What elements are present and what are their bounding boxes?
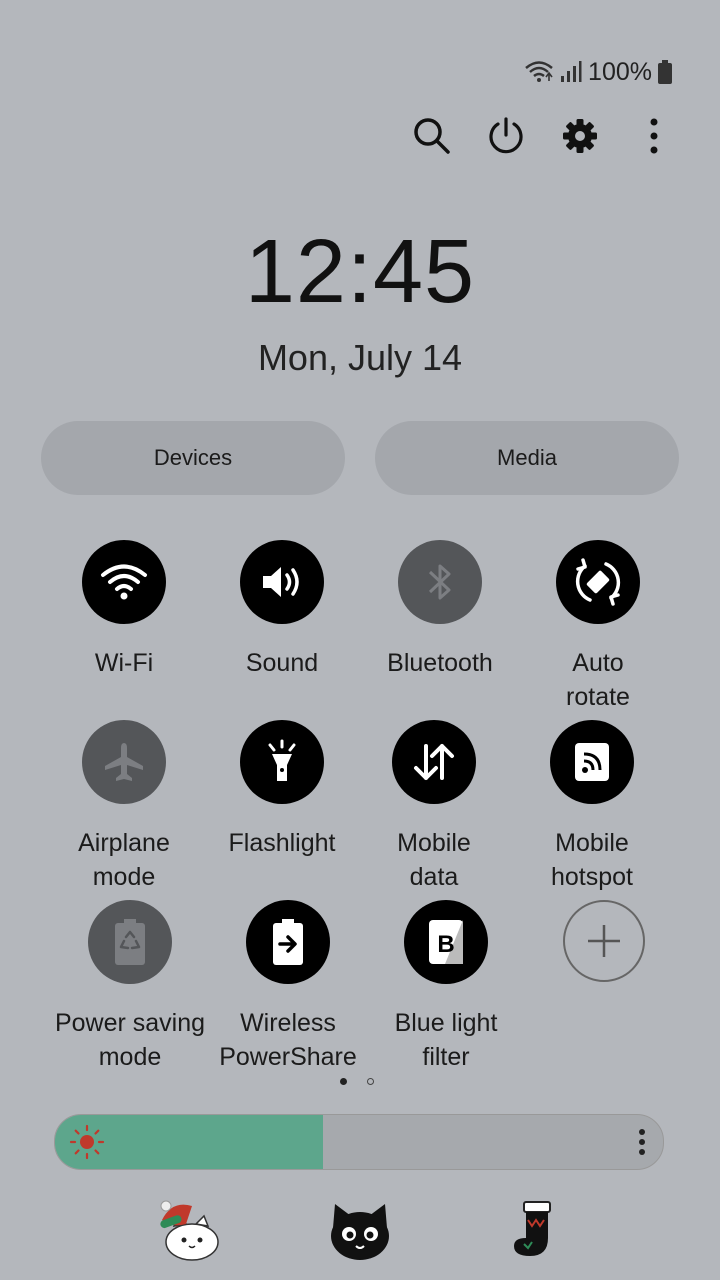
tile-mobile-data[interactable]: Mobile data [354,720,514,894]
page-dot-inactive [367,1078,374,1085]
tile-label: Blue light filter [394,1009,498,1071]
search-icon[interactable] [412,112,452,160]
media-button[interactable]: Media [375,421,679,495]
tile-label: Power saving mode [54,1009,206,1071]
wifi-icon [524,59,554,85]
tile-bluetooth[interactable]: Bluetooth [360,540,520,680]
wireless-powershare-icon[interactable] [246,900,330,984]
tile-sound[interactable]: Sound [202,540,362,680]
wifi-icon[interactable] [82,540,166,624]
add-icon[interactable] [563,900,645,982]
clock-date[interactable]: Mon, July 14 [0,336,720,380]
flashlight-icon[interactable] [240,720,324,804]
battery-icon [658,60,672,84]
black-cat-sticker[interactable] [327,1198,393,1264]
tile-mobile-hotspot[interactable]: Mobile hotspot [512,720,672,894]
tile-power-saving-mode[interactable]: Power saving mode [50,900,210,1074]
page-dot-active [340,1078,347,1085]
tile-label: Airplane mode [78,829,170,891]
more-icon[interactable] [634,112,674,160]
status-bar: 100% [524,56,672,88]
tile-airplane-mode[interactable]: Airplane mode [44,720,204,894]
tile-wifi[interactable]: Wi-Fi [44,540,204,680]
tile-flashlight[interactable]: Flashlight [202,720,362,860]
tile-label: Mobile data [397,829,471,891]
signal-icon [560,60,582,84]
tile-add[interactable] [524,900,684,982]
bluetooth-icon[interactable] [398,540,482,624]
tile-label: Sound [245,649,319,677]
sound-icon[interactable] [240,540,324,624]
power-saving-icon[interactable] [88,900,172,984]
sun-icon [69,1124,105,1160]
page-indicator [340,1078,374,1085]
battery-percentage: 100% [588,57,652,86]
tile-blue-light-filter[interactable]: B Blue light filter [366,900,526,1074]
mobile-data-icon[interactable] [392,720,476,804]
settings-icon[interactable] [560,112,600,160]
tile-wireless-powershare[interactable]: Wireless PowerShare [208,900,368,1074]
brightness-more-icon[interactable] [635,1128,649,1156]
tile-label: Auto rotate [566,649,630,711]
brightness-slider[interactable] [54,1114,664,1170]
clock-time[interactable]: 12:45 [0,222,720,322]
airplane-icon[interactable] [82,720,166,804]
tile-label: Flashlight [228,829,336,857]
tile-label: Mobile hotspot [550,829,633,891]
blue-light-filter-icon[interactable]: B [404,900,488,984]
tile-auto-rotate[interactable]: Auto rotate [518,540,678,714]
christmas-stocking-sticker[interactable] [506,1198,572,1264]
svg-text:B: B [437,931,454,958]
devices-button[interactable]: Devices [41,421,345,495]
tile-label: Wi-Fi [94,649,154,677]
top-actions [412,112,674,160]
tile-label: Wireless PowerShare [219,1009,357,1071]
cat-with-hat-sticker[interactable] [158,1198,224,1264]
hotspot-icon[interactable] [550,720,634,804]
power-icon[interactable] [486,112,526,160]
tile-label: Bluetooth [387,649,493,677]
auto-rotate-icon[interactable] [556,540,640,624]
